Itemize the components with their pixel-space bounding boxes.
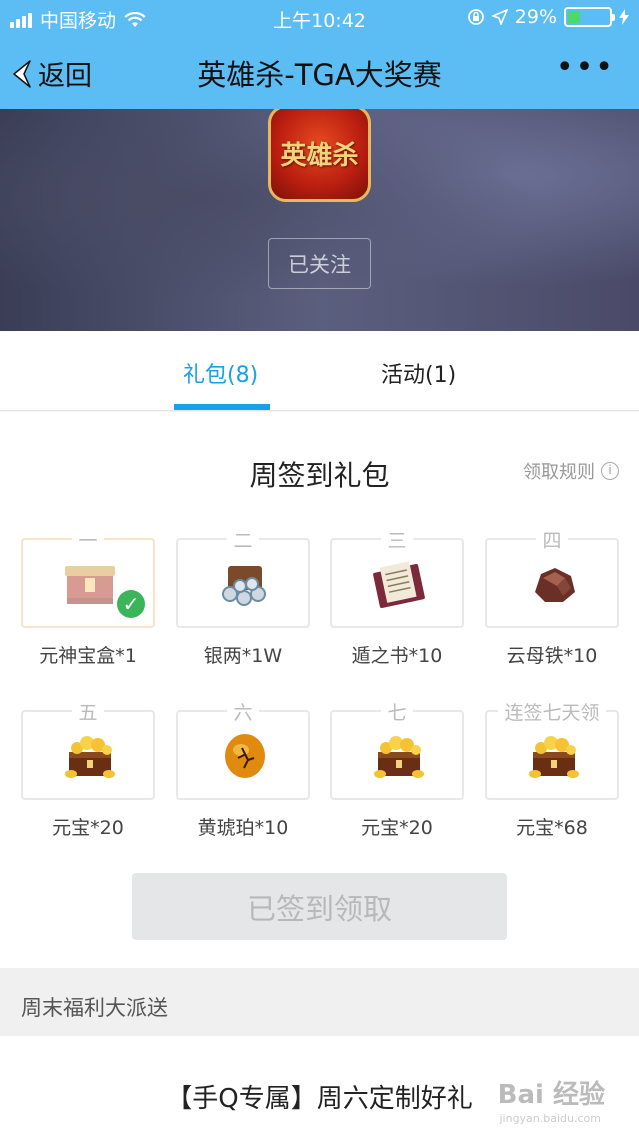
scroll-book-icon [370,558,428,610]
tab-gifts[interactable]: 礼包(8) [183,357,258,389]
reward-name: 元神宝盒*1 [39,645,137,667]
claim-button[interactable]: 已签到领取 [132,873,507,940]
silver-coins-icon [216,558,274,610]
signin-day-card[interactable]: 一 ✓ [21,530,155,628]
battery-icon [564,7,615,27]
tab-bar: 礼包(8) 活动(1) [0,331,639,411]
reward-name: 黄琥珀*10 [197,817,289,839]
rules-label: 领取规则 [523,462,595,483]
signin-day-card[interactable]: 七 [330,702,464,800]
rotation-lock-icon [467,9,484,25]
location-arrow-icon [491,9,508,25]
gold-chest-icon [525,730,583,782]
more-menu-button[interactable]: ••• [556,53,615,83]
check-icon: ✓ [117,590,145,618]
weekend-header-label: 周末福利大派送 [21,996,168,1020]
watermark: Bai 经验 [497,1080,605,1110]
reward-name: 元宝*20 [52,817,124,839]
day-label: 连签七天领 [487,698,617,725]
follow-button[interactable]: 已关注 [268,238,371,289]
tab-active-indicator [174,404,270,410]
reward-name: 银两*1W [203,645,283,667]
rules-link[interactable]: 领取规则 i [523,458,619,484]
treasure-box-icon [61,558,119,610]
signin-day-card[interactable]: 四 [485,530,619,628]
info-icon: i [601,462,619,480]
nav-bar: 返回 英雄杀-TGA大奖赛 ••• [0,36,639,109]
battery-percent: 29% [514,6,557,28]
weekly-signin-section: 周签到礼包 领取规则 i 一 ✓ 元神宝盒*1 二银两*1W 三遁之书*10 四云母铁*1… [0,412,639,968]
day-label: 三 [332,526,462,553]
day-label: 五 [23,698,153,725]
signin-day-card[interactable]: 六 [176,702,310,800]
reward-name: 云母铁*10 [506,645,598,667]
tab-activities[interactable]: 活动(1) [381,357,456,389]
hero-banner: 英雄杀 已关注 [0,109,639,331]
weekend-section-header: 周末福利大派送 [0,968,639,1036]
amber-icon [216,730,274,782]
reward-name: 遁之书*10 [351,645,443,667]
gold-chest-icon [370,730,428,782]
gold-chest-icon [61,730,119,782]
day-label: 一 [23,526,153,553]
game-logo: 英雄杀 [268,109,371,202]
charging-icon [619,9,629,25]
signin-day-card[interactable]: 连签七天领 [485,702,619,800]
status-right: 29% [467,6,629,28]
game-logo-text: 英雄杀 [280,141,359,171]
ore-icon [525,558,583,610]
gift-card[interactable]: 【手Q专属】周六定制好礼 Bai 经验 jingyan.baidu.com [0,1036,639,1136]
day-label: 七 [332,698,462,725]
day-label: 二 [178,526,308,553]
day-label: 六 [178,698,308,725]
signin-day-card[interactable]: 五 [21,702,155,800]
page-title: 英雄杀-TGA大奖赛 [197,58,442,92]
reward-name: 元宝*20 [361,817,433,839]
status-bar: 中国移动 上午10:42 29% [0,0,639,36]
signin-day-card[interactable]: 二 [176,530,310,628]
day-label: 四 [487,526,617,553]
top-bar: 中国移动 上午10:42 29% 返回 英雄杀-TGA大奖赛 ••• [0,0,639,109]
signin-day-card[interactable]: 三 [330,530,464,628]
watermark-url: jingyan.baidu.com [499,1112,601,1125]
reward-name: 元宝*68 [516,817,588,839]
